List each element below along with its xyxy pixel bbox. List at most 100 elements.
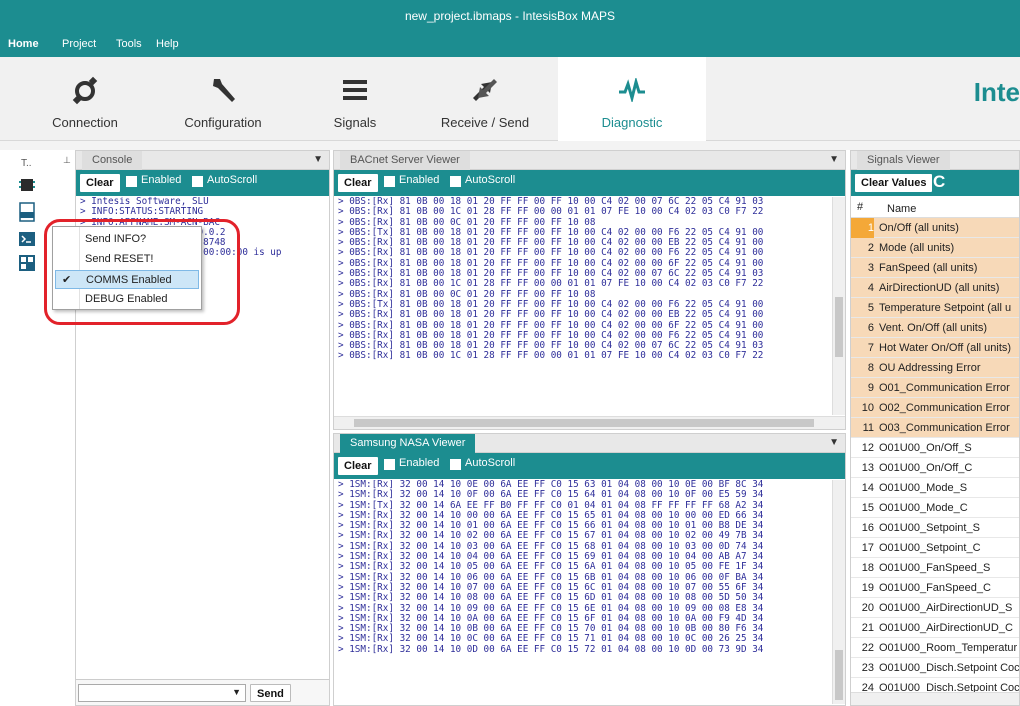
signal-name: O01_Communication Error [879,382,1010,394]
signal-name: O01U00_Setpoint_S [879,522,980,534]
bacnet-autoscroll-checkbox[interactable] [450,176,461,187]
bacnet-scrollbar[interactable] [832,197,845,415]
signal-number: 11 [862,422,874,434]
signal-row[interactable]: 18 O01U00_FanSpeed_S [851,558,1019,578]
pin-icon[interactable]: ⊥ [63,155,71,166]
chevron-down-icon[interactable]: ▼ [232,687,241,697]
tab-signals-viewer[interactable]: Signals Viewer [857,151,950,170]
signal-number: 15 [861,502,874,514]
menu-tools[interactable]: Tools [116,38,142,50]
signal-row[interactable]: 5 Temperature Setpoint (all u [851,298,1019,318]
signal-row[interactable]: 8 OU Addressing Error [851,358,1019,378]
nasa-enabled-checkbox[interactable] [384,459,395,470]
console-autoscroll-checkbox[interactable] [192,176,203,187]
signal-number: 4 [867,282,874,294]
bacnet-clear-button[interactable]: Clear [338,174,378,192]
annotation-highlight [44,219,240,325]
tab-signals[interactable]: Signals [300,57,410,141]
signal-row[interactable]: 9 O01_Communication Error [851,378,1019,398]
console-command-input[interactable]: ▼ [78,684,246,702]
tab-receive-send[interactable]: Receive / Send [420,57,550,141]
signal-name: O01U00_AirDirectionUD_C [879,622,1013,634]
tab-bacnet-viewer[interactable]: BACnet Server Viewer [340,151,470,170]
bacnet-hscrollbar[interactable] [334,416,845,429]
chevron-down-icon[interactable]: ▼ [829,154,839,165]
signal-row[interactable]: 14 O01U00_Mode_S [851,478,1019,498]
signal-row[interactable]: 6 Vent. On/Off (all units) [851,318,1019,338]
nasa-panel: Samsung NASA Viewer ▼ Clear Enabled Auto… [333,433,846,706]
signal-number: 9 [867,382,874,394]
signal-name: O01U00_Mode_C [879,502,968,514]
signal-row[interactable]: 15 O01U00_Mode_C [851,498,1019,518]
tab-connection[interactable]: Connection [20,57,150,141]
signal-number: 16 [861,522,874,534]
signal-row[interactable]: 19 O01U00_FanSpeed_C [851,578,1019,598]
arrows-icon [420,73,550,107]
bacnet-enabled-label: Enabled [399,174,440,186]
signal-row[interactable]: 11 O03_Communication Error [851,418,1019,438]
bacnet-enabled-checkbox[interactable] [384,176,395,187]
signal-name: O01U00_AirDirectionUD_S [879,602,1013,614]
signal-name: O01U00_On/Off_S [879,442,972,454]
signal-row[interactable]: 22 O01U00_Room_Temperatur [851,638,1019,658]
menu-bar: Home Project Tools Help [0,33,1020,57]
console-clear-button[interactable]: Clear [80,174,120,192]
refresh-icon[interactable]: C [933,172,945,192]
signal-name: Mode (all units) [879,242,955,254]
menu-project[interactable]: Project [62,38,96,50]
menu-help[interactable]: Help [156,38,179,50]
grid-icon[interactable] [18,254,38,272]
signal-row[interactable]: 17 O01U00_Setpoint_C [851,538,1019,558]
signal-row[interactable]: 1 On/Off (all units) [851,218,1019,238]
log-icon[interactable] [18,202,38,222]
signal-row[interactable]: 4 AirDirectionUD (all units) [851,278,1019,298]
bacnet-autoscroll-label: AutoScroll [465,174,516,186]
signal-row[interactable]: 7 Hot Water On/Off (all units) [851,338,1019,358]
signals-hscrollbar[interactable] [851,692,1019,705]
signal-number: 1 [851,218,874,238]
console-autoscroll-label: AutoScroll [207,174,258,186]
signal-name: Vent. On/Off (all units) [879,322,988,334]
chip-icon[interactable] [18,176,38,194]
nasa-enabled-label: Enabled [399,457,440,469]
signal-name: AirDirectionUD (all units) [879,282,1000,294]
signal-name: O01U00_FanSpeed_C [879,582,991,594]
console-icon[interactable] [18,230,38,248]
nasa-autoscroll-checkbox[interactable] [450,459,461,470]
signal-row[interactable]: 20 O01U00_AirDirectionUD_S [851,598,1019,618]
brand-logo: Inte [973,77,1020,107]
signal-number: 7 [867,342,874,354]
signal-row[interactable]: 23 O01U00_Disch.Setpoint Coc [851,658,1019,678]
signal-number: 22 [861,642,874,654]
signal-row[interactable]: 16 O01U00_Setpoint_S [851,518,1019,538]
col-number: # [857,201,864,213]
signal-name: O01U00_Disch.Setpoint Coc [879,662,1019,674]
signal-row[interactable]: 10 O02_Communication Error [851,398,1019,418]
nasa-clear-button[interactable]: Clear [338,457,378,475]
chevron-down-icon[interactable]: ▼ [829,437,839,448]
console-enabled-checkbox[interactable] [126,176,137,187]
chevron-down-icon[interactable]: ▼ [313,154,323,165]
signals-panel: Signals Viewer Clear Values C # Name 1 On… [850,150,1020,706]
signal-name: O01U00_FanSpeed_S [879,562,991,574]
send-button[interactable]: Send [250,684,291,702]
signal-number: 8 [867,362,874,374]
signal-number: 6 [867,322,874,334]
signal-row[interactable]: 13 O01U00_On/Off_C [851,458,1019,478]
signal-number: 2 [867,242,874,254]
nasa-log: > 1SM:[Rx] 32 00 14 10 0E 00 6A EE FF C0… [338,480,829,702]
tab-configuration[interactable]: Configuration [158,57,288,141]
signal-name: FanSpeed (all units) [879,262,978,274]
pulse-icon [558,73,706,107]
nasa-scrollbar[interactable] [832,480,845,704]
signal-row[interactable]: 3 FanSpeed (all units) [851,258,1019,278]
clear-values-button[interactable]: Clear Values [855,174,933,192]
tab-console[interactable]: Console [82,151,143,170]
signal-row[interactable]: 12 O01U00_On/Off_S [851,438,1019,458]
tab-diagnostic[interactable]: Diagnostic [558,57,706,141]
signal-row[interactable]: 2 Mode (all units) [851,238,1019,258]
tab-nasa-viewer[interactable]: Samsung NASA Viewer [340,434,476,453]
ribbon-separator [0,141,1020,150]
signal-row[interactable]: 21 O01U00_AirDirectionUD_C [851,618,1019,638]
menu-home[interactable]: Home [8,38,39,50]
